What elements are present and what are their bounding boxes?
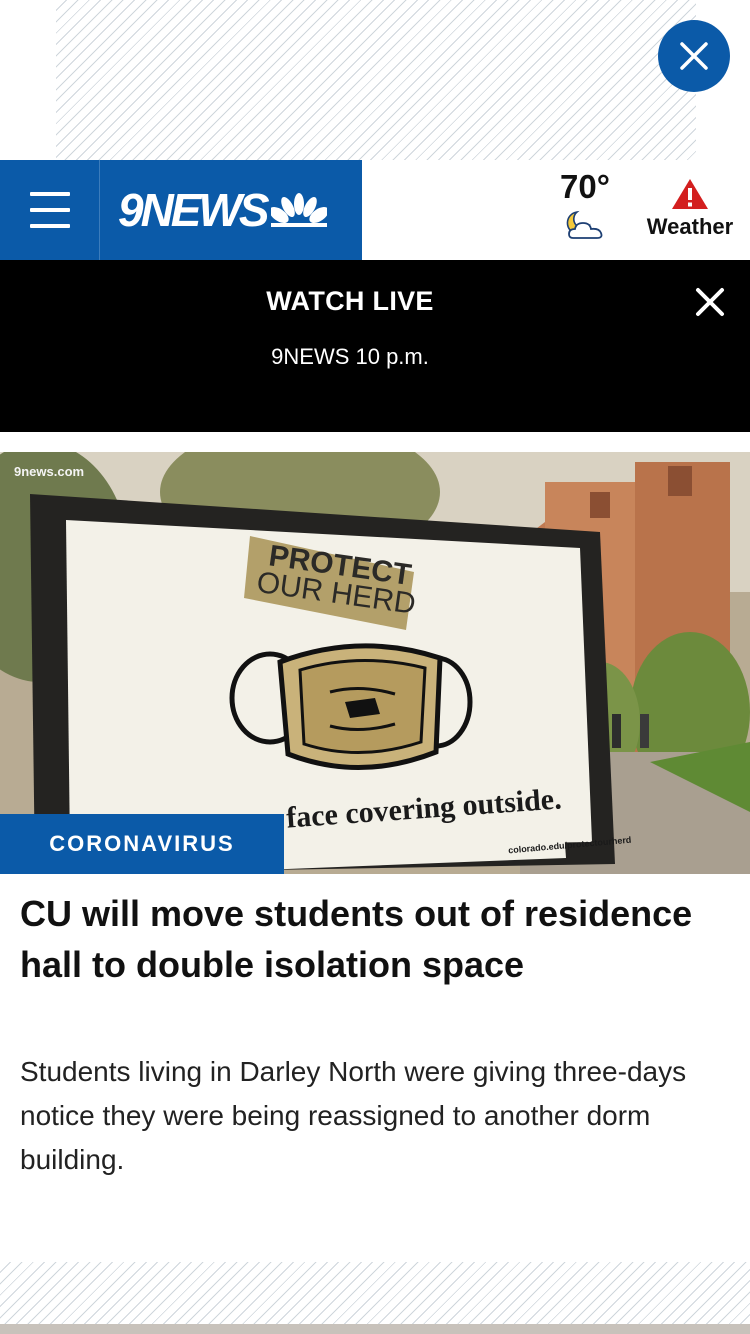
watch-live-banner[interactable]: WATCH LIVE 9NEWS 10 p.m. — [0, 260, 750, 432]
story-image[interactable]: PROTECT OUR HERD face covering outside. … — [0, 452, 750, 874]
close-icon[interactable] — [690, 282, 730, 322]
warning-triangle-icon — [672, 179, 708, 209]
story-summary: Students living in Darley North were giv… — [20, 1056, 687, 1175]
temperature[interactable]: 70° — [560, 168, 610, 206]
brand-bar: 9NEWS — [0, 160, 362, 260]
watch-live-title[interactable]: WATCH LIVE — [0, 286, 700, 317]
moon-cloud-icon — [566, 210, 603, 239]
story-headline[interactable]: CU will move students out of residence h… — [20, 888, 720, 990]
site-logo[interactable]: 9NEWS — [118, 178, 327, 242]
image-watermark: 9news.com — [14, 464, 85, 479]
ad-placeholder — [56, 0, 696, 160]
top-ad-slot — [0, 0, 750, 160]
close-icon — [680, 42, 708, 70]
logo-text: 9NEWS — [118, 184, 270, 236]
category-badge[interactable]: CORONAVIRUS — [0, 814, 284, 874]
watch-live-subtitle: 9NEWS 10 p.m. — [271, 344, 429, 369]
weather-alert-button[interactable]: Weather — [640, 178, 740, 240]
ad-close-button[interactable] — [658, 20, 730, 92]
site-header: 9NEWS 70° Weather — [0, 160, 750, 260]
menu-button[interactable] — [0, 160, 100, 260]
hamburger-menu-icon — [29, 192, 70, 196]
weather-label: Weather — [646, 214, 734, 239]
bottom-ad-content — [0, 1324, 750, 1334]
peacock-logo-icon — [270, 193, 327, 227]
